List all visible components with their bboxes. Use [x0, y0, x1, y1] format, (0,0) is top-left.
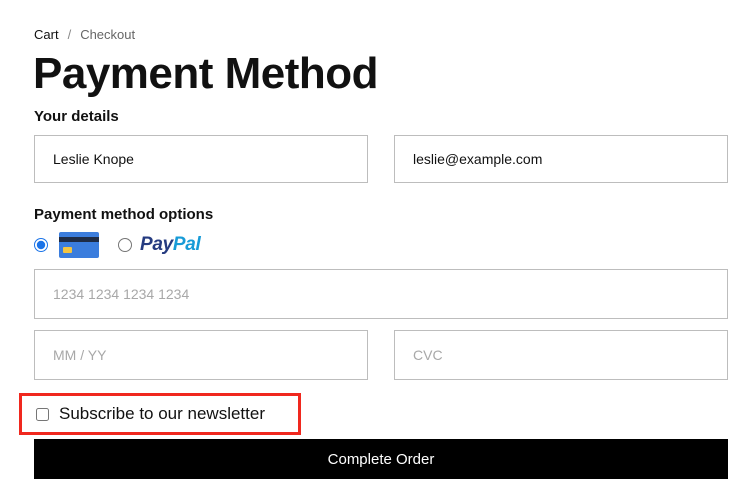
- checkout-page: Cart / Checkout Payment Method Your deta…: [0, 0, 754, 495]
- payment-options-heading: Payment method options: [34, 206, 214, 223]
- paypal-logo-pay: Pay: [140, 234, 173, 255]
- breadcrumb-separator: /: [67, 27, 72, 42]
- payment-options: PayPal: [34, 231, 201, 259]
- cvc-field[interactable]: [394, 330, 728, 380]
- newsletter-checkbox[interactable]: [36, 407, 49, 421]
- breadcrumb-cart-link[interactable]: Cart: [34, 27, 59, 43]
- credit-card-icon[interactable]: [59, 232, 99, 258]
- name-field[interactable]: [34, 135, 368, 183]
- page-title: Payment Method: [33, 49, 379, 98]
- newsletter-label[interactable]: Subscribe to our newsletter: [59, 404, 265, 424]
- paypal-logo-pal: Pal: [172, 234, 201, 255]
- breadcrumb-checkout: Checkout: [80, 27, 136, 42]
- breadcrumb: Cart / Checkout: [34, 27, 135, 43]
- card-number-field[interactable]: [34, 269, 728, 319]
- expiry-field[interactable]: [34, 330, 368, 380]
- your-details-heading: Your details: [34, 108, 119, 125]
- card-option-radio[interactable]: [34, 238, 48, 252]
- paypal-logo[interactable]: PayPal: [140, 232, 201, 258]
- newsletter-highlight: Subscribe to our newsletter: [19, 393, 301, 435]
- complete-order-button[interactable]: Complete Order: [34, 439, 728, 479]
- paypal-option-radio[interactable]: [118, 238, 132, 252]
- email-field[interactable]: [394, 135, 728, 183]
